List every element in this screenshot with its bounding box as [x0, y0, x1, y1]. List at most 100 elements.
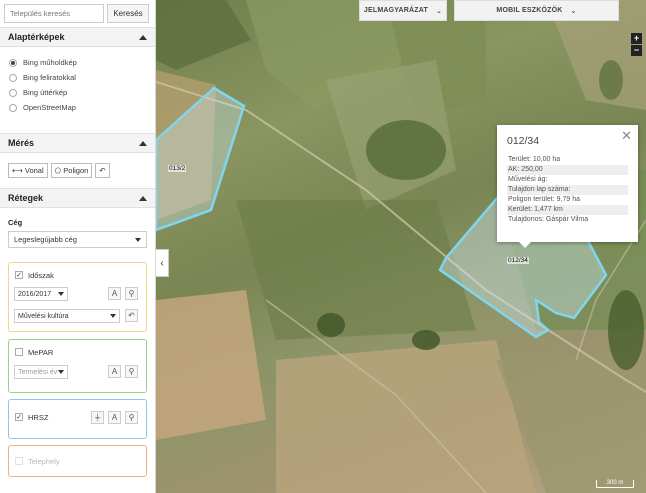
- zoom-out-button[interactable]: −: [631, 45, 642, 56]
- zoom-to-layer-button[interactable]: ⚲: [125, 411, 138, 424]
- basemap-option-bing-labels[interactable]: Bing feliratokkal: [9, 70, 146, 85]
- parcel-label-left: 013/2: [168, 165, 187, 172]
- zoom-in-button[interactable]: +: [631, 33, 642, 44]
- basemap-option-label: OpenStreetMap: [23, 103, 76, 112]
- checkbox-unchecked[interactable]: [15, 348, 23, 356]
- chevron-down-icon: [58, 292, 64, 296]
- magnifier-icon: ⚲: [128, 289, 135, 298]
- chevron-down-icon: [110, 314, 116, 318]
- radio-button[interactable]: [9, 88, 17, 97]
- sidebar: Keresés Alaptérképek Bing műholdkép Bing…: [0, 0, 156, 493]
- radio-button[interactable]: [9, 73, 17, 82]
- caret-up-icon: [139, 195, 147, 201]
- chevron-down-icon: ⌄: [570, 7, 577, 15]
- layer-mepar-box: MePAR Termelési év A ⚲: [8, 339, 147, 393]
- label-toggle-button[interactable]: A: [108, 411, 121, 424]
- text-label-icon: A: [111, 413, 118, 422]
- layer-hrsz-box: ✓ HRSZ ⏚ A ⚲: [8, 399, 147, 439]
- year-select-value: 2016/2017: [18, 290, 52, 298]
- layer-site-box: Telephely: [8, 445, 147, 477]
- year-select[interactable]: 2016/2017: [14, 287, 68, 301]
- culture-select[interactable]: Művelési kultúra: [14, 309, 120, 323]
- basemaps-header[interactable]: Alaptérképek: [0, 27, 155, 47]
- popup-row-area: Terület: 10,00 ha: [508, 156, 561, 163]
- popup-row-title-deed: Tulajdon lap száma:: [507, 185, 628, 195]
- filter-icon: ⏚: [93, 413, 102, 422]
- scale-bar: 300 m: [596, 480, 634, 488]
- layer-site-label: Telephely: [28, 456, 60, 466]
- radio-button[interactable]: [9, 58, 17, 67]
- close-icon[interactable]: ✕: [621, 128, 632, 144]
- measure-title: Mérés: [8, 138, 35, 148]
- company-label: Cég: [8, 218, 23, 227]
- production-year-select[interactable]: Termelési év: [14, 365, 68, 379]
- mobile-devices-button[interactable]: MOBIL ESZKÖZÖK ⌄: [454, 0, 619, 21]
- basemap-option-osm[interactable]: OpenStreetMap: [9, 100, 146, 115]
- undo-button[interactable]: ↶: [95, 163, 110, 178]
- checkbox-checked[interactable]: ✓: [15, 271, 23, 279]
- reset-culture-button[interactable]: ↶: [125, 309, 138, 322]
- chevron-down-icon: [58, 370, 64, 374]
- zoom-to-layer-button[interactable]: ⚲: [125, 365, 138, 378]
- measure-tools: ⟷ Vonal ⬠ Poligon ↶: [0, 153, 155, 188]
- radio-button[interactable]: [9, 103, 17, 112]
- popup-row-perimeter: Kerület: 1,477 km: [507, 205, 628, 215]
- measure-line-button[interactable]: ⟷ Vonal: [8, 163, 48, 178]
- label-toggle-button[interactable]: A: [108, 287, 121, 300]
- search-row: Keresés: [0, 0, 155, 27]
- line-icon: ⟷: [12, 166, 23, 175]
- caret-up-icon: [139, 34, 147, 40]
- layers-header[interactable]: Rétegek: [0, 188, 155, 208]
- popup-row-owner: Tulajdonos: Gáspár Vilma: [508, 216, 589, 223]
- satellite-map[interactable]: [156, 0, 646, 493]
- production-year-placeholder: Termelési év: [18, 368, 58, 376]
- filter-button[interactable]: ⏚: [91, 411, 104, 424]
- text-label-icon: A: [111, 367, 118, 376]
- popup-row-polygon-area: Poligon terület: 9,79 ha: [508, 196, 580, 203]
- basemaps-title: Alaptérképek: [8, 32, 65, 42]
- layers-title: Rétegek: [8, 193, 44, 203]
- layer-hrsz-toggle[interactable]: ✓ HRSZ: [15, 411, 140, 423]
- layer-site-toggle[interactable]: Telephely: [15, 455, 140, 467]
- chevron-left-icon: ‹: [160, 257, 164, 269]
- caret-up-icon: [139, 140, 147, 146]
- basemap-options: Bing műholdkép Bing feliratokkal Bing út…: [0, 47, 155, 121]
- culture-select-value: Művelési kultúra: [18, 312, 69, 320]
- layer-mepar-label: MePAR: [28, 347, 54, 357]
- measure-line-label: Vonal: [24, 166, 44, 175]
- basemap-option-bing-satellite[interactable]: Bing műholdkép: [9, 55, 146, 70]
- polygon-icon: ⬠: [54, 166, 62, 175]
- layer-period-toggle[interactable]: ✓ Időszak: [15, 269, 140, 281]
- label-toggle-button[interactable]: A: [108, 365, 121, 378]
- undo-icon: ↶: [99, 166, 106, 175]
- basemap-option-label: Bing úttérkép: [23, 88, 68, 97]
- legend-button-label: JELMAGYARÁZAT: [363, 7, 428, 14]
- legend-button[interactable]: JELMAGYARÁZAT ⌄: [359, 0, 447, 21]
- checkbox-checked[interactable]: ✓: [15, 413, 23, 421]
- parcel-label-selected: 012/34: [507, 257, 529, 264]
- undo-icon: ↶: [128, 311, 135, 320]
- checkbox-unchecked[interactable]: [15, 457, 23, 465]
- magnifier-icon: ⚲: [128, 413, 135, 422]
- mobile-devices-label: MOBIL ESZKÖZÖK: [496, 7, 563, 14]
- search-input[interactable]: [4, 4, 104, 23]
- measure-polygon-button[interactable]: ⬠ Poligon: [50, 163, 93, 178]
- measure-header[interactable]: Mérés: [0, 133, 155, 153]
- search-button[interactable]: Keresés: [107, 4, 149, 23]
- layer-period-label: Időszak: [28, 270, 54, 280]
- popup-row-ak: AK: 250,00: [507, 165, 628, 175]
- collapse-sidebar-button[interactable]: ‹: [156, 249, 169, 277]
- basemap-option-bing-roads[interactable]: Bing úttérkép: [9, 85, 146, 100]
- text-label-icon: A: [111, 289, 118, 298]
- basemap-option-label: Bing feliratokkal: [23, 73, 76, 82]
- layer-hrsz-label: HRSZ: [28, 412, 49, 422]
- company-select-value: Legeslegújabb cég: [14, 235, 77, 244]
- company-select[interactable]: Legeslegújabb cég: [8, 231, 147, 248]
- chevron-down-icon: [135, 237, 141, 242]
- zoom-to-layer-button[interactable]: ⚲: [125, 287, 138, 300]
- layer-mepar-toggle[interactable]: MePAR: [15, 346, 140, 358]
- popup-row-cultivation: Művelési ág:: [508, 176, 548, 183]
- basemap-option-label: Bing műholdkép: [23, 58, 77, 67]
- layer-period-box: ✓ Időszak 2016/2017 A ⚲ Művelési kultúra…: [8, 262, 147, 332]
- map-fields: [156, 0, 646, 493]
